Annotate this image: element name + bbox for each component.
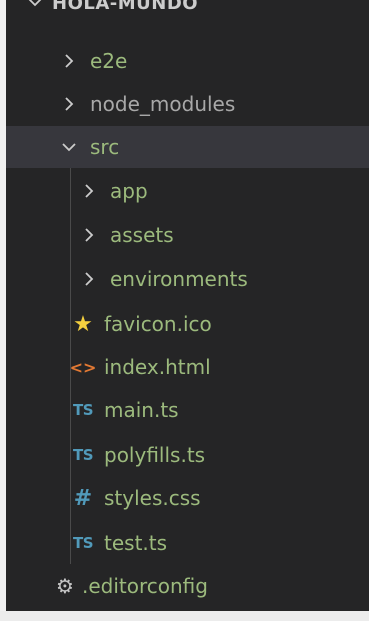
- tree-item-styles-css[interactable]: # styles.css: [6, 477, 369, 519]
- chevron-right-icon: [82, 228, 96, 242]
- tree-item-app[interactable]: app: [6, 170, 369, 212]
- chevron-down-icon: [62, 140, 76, 154]
- chevron-down-icon: [28, 0, 42, 14]
- typescript-icon: TS: [72, 401, 94, 419]
- tree-item-favicon[interactable]: ★ favicon.ico: [6, 303, 369, 345]
- tree-item-label: .editorconfig: [82, 574, 208, 598]
- tree-item-test-ts[interactable]: TS test.ts: [6, 522, 369, 564]
- tree-item-src[interactable]: src: [6, 126, 369, 168]
- chevron-right-icon: [62, 54, 76, 68]
- css-icon: #: [73, 485, 93, 511]
- tree-item-label: src: [90, 135, 120, 159]
- chevron-right-icon: [62, 97, 76, 111]
- tree-item-label: main.ts: [104, 398, 179, 422]
- tree-item-index-html[interactable]: <> index.html: [6, 346, 369, 388]
- file-explorer: HOLA-MUNDO e2e node_modules src app asse…: [6, 0, 369, 621]
- typescript-icon: TS: [72, 534, 94, 552]
- tree-item-main-ts[interactable]: TS main.ts: [6, 389, 369, 431]
- tree-item-label: e2e: [90, 49, 128, 73]
- tree-item-polyfills-ts[interactable]: TS polyfills.ts: [6, 434, 369, 476]
- explorer-root-header[interactable]: HOLA-MUNDO: [6, 0, 198, 20]
- tree-item-label: test.ts: [104, 531, 168, 555]
- tree-item-label: node_modules: [90, 92, 236, 116]
- tree-item-label: assets: [110, 223, 174, 247]
- html-icon: <>: [69, 357, 97, 377]
- tree-item-label: styles.css: [104, 486, 201, 510]
- chevron-right-icon: [82, 272, 96, 286]
- tree-item-editorconfig[interactable]: ⚙ .editorconfig: [6, 565, 369, 607]
- typescript-icon: TS: [72, 446, 94, 464]
- star-icon: ★: [73, 311, 93, 337]
- chevron-right-icon: [82, 184, 96, 198]
- tree-item-label: favicon.ico: [104, 312, 212, 336]
- tree-item-label: app: [110, 179, 148, 203]
- tree-item-e2e[interactable]: e2e: [6, 40, 369, 82]
- tree-item-label: polyfills.ts: [104, 443, 206, 467]
- gear-icon: ⚙: [56, 574, 74, 598]
- window-bottom-edge: [0, 611, 369, 621]
- tree-item-environments[interactable]: environments: [6, 258, 369, 300]
- tree-item-node-modules[interactable]: node_modules: [6, 83, 369, 125]
- tree-item-assets[interactable]: assets: [6, 214, 369, 256]
- tree-item-label: environments: [110, 267, 248, 291]
- root-folder-label: HOLA-MUNDO: [52, 0, 199, 14]
- tree-item-label: index.html: [104, 355, 211, 379]
